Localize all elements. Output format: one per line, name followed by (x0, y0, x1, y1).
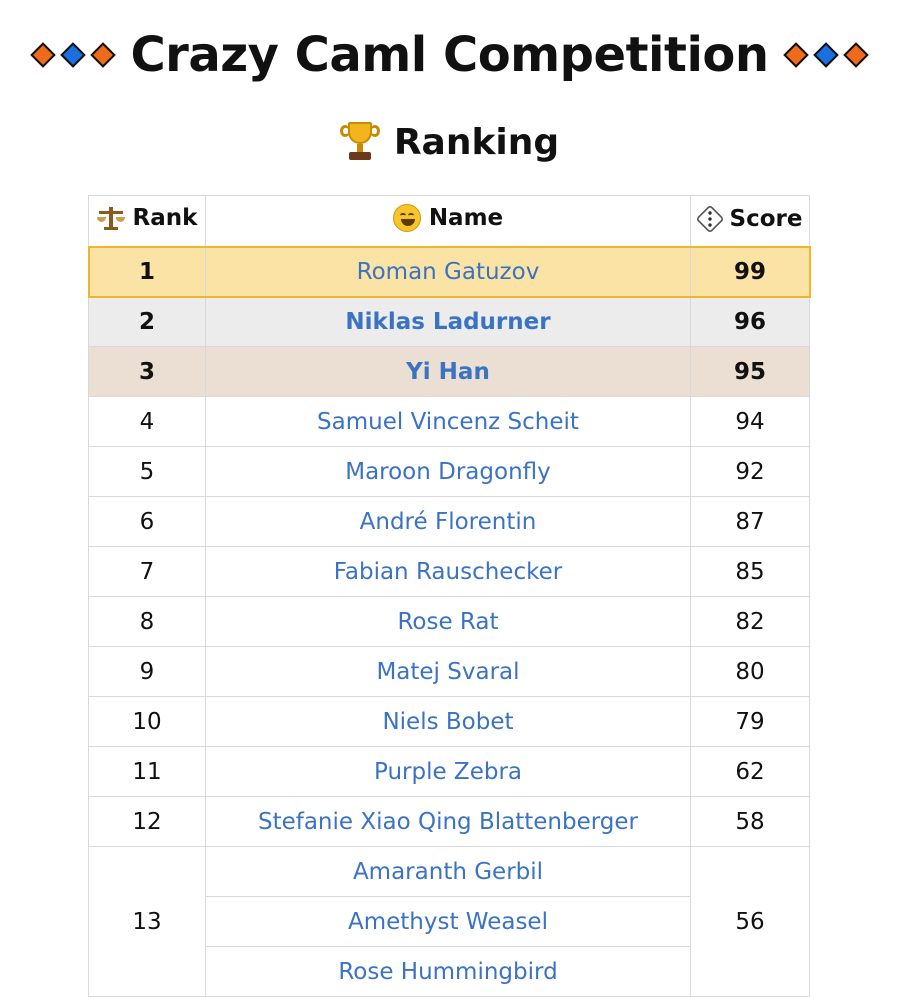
rank-cell: 2 (88, 296, 206, 347)
rank-cell: 13 (88, 846, 206, 997)
participant-link[interactable]: Matej Svaral (376, 659, 519, 685)
rank-header-label: Rank (132, 205, 198, 231)
participant-link[interactable]: Stefanie Xiao Qing Blattenberger (258, 809, 638, 835)
score-column-header[interactable]: Score (690, 195, 810, 247)
blue-diamond-icon (60, 42, 87, 68)
name-cell: Roman Gatuzov (204, 246, 692, 297)
name-cell: Rose Hummingbird (204, 946, 692, 997)
score-cell: 62 (690, 746, 810, 797)
participant-link[interactable]: Fabian Rauschecker (334, 559, 562, 585)
score-cell: 95 (690, 346, 810, 397)
table-header-row: Rank Name Score (88, 195, 810, 247)
blue-diamond-icon (812, 42, 839, 68)
score-cell: 87 (690, 496, 810, 547)
participant-link[interactable]: Niklas Ladurner (345, 309, 550, 335)
table-row: 12 Stefanie Xiao Qing Blattenberger 58 (88, 796, 810, 847)
title-left-decoration (30, 42, 117, 68)
table-row: 3 Yi Han 95 (88, 346, 810, 397)
rank-cell: 5 (88, 446, 206, 497)
title-right-decoration (782, 42, 869, 68)
name-cell: Yi Han (204, 346, 692, 397)
table-row: 6 André Florentin 87 (88, 496, 810, 547)
name-cell: Amethyst Weasel (204, 896, 692, 947)
table-row: 9 Matej Svaral 80 (88, 646, 810, 697)
participant-link[interactable]: Purple Zebra (374, 759, 522, 785)
score-cell: 56 (690, 846, 810, 997)
rank-cell: 9 (88, 646, 206, 697)
ranking-table-body: 1 Roman Gatuzov 99 2 Niklas Ladurner 96 3 Yi Ha… (87, 245, 811, 997)
rank-cell: 10 (88, 696, 206, 747)
game-die-icon (695, 204, 724, 233)
ranking-table: Rank Name Score 1 Roman Gatuzov 99 2 Niklas … (87, 195, 811, 997)
name-cell: Niklas Ladurner (204, 296, 692, 347)
name-cell: Samuel Vincenz Scheit (204, 396, 692, 447)
name-header-label: Name (428, 205, 504, 231)
score-cell: 82 (690, 596, 810, 647)
smiling-face-icon (392, 204, 421, 232)
table-row: 11 Purple Zebra 62 (88, 746, 810, 797)
score-cell: 92 (690, 446, 810, 497)
section-header: Ranking (0, 112, 899, 172)
participant-link[interactable]: Rose Rat (397, 609, 498, 635)
trophy-icon (339, 120, 380, 164)
rank-cell: 7 (88, 546, 206, 597)
rank-cell: 6 (88, 496, 206, 547)
score-cell: 79 (690, 696, 810, 747)
name-cell: Rose Rat (204, 596, 692, 647)
page-title: Crazy Caml Competition (130, 27, 769, 83)
score-cell: 85 (690, 546, 810, 597)
score-cell: 94 (690, 396, 810, 447)
name-column-header[interactable]: Name (204, 195, 692, 247)
participant-link[interactable]: Yi Han (406, 359, 490, 385)
participant-link[interactable]: Amaranth Gerbil (353, 859, 543, 885)
score-cell: 96 (690, 296, 810, 347)
orange-diamond-icon (842, 42, 869, 68)
table-row: 5 Maroon Dragonfly 92 (88, 446, 810, 497)
orange-diamond-icon (782, 42, 809, 68)
table-row: 7 Fabian Rauschecker 85 (88, 546, 810, 597)
table-row: 2 Niklas Ladurner 96 (88, 296, 810, 347)
participant-link[interactable]: Niels Bobet (382, 709, 513, 735)
balance-scale-icon (96, 205, 125, 231)
participant-link[interactable]: Rose Hummingbird (338, 959, 557, 985)
rank-cell: 11 (88, 746, 206, 797)
score-cell: 80 (690, 646, 810, 697)
table-row: 10 Niels Bobet 79 (88, 696, 810, 747)
name-cell: Stefanie Xiao Qing Blattenberger (204, 796, 692, 847)
name-cell: André Florentin (204, 496, 692, 547)
section-title: Ranking (393, 121, 560, 163)
participant-link[interactable]: Maroon Dragonfly (345, 459, 551, 485)
table-row: 13 Amaranth Gerbil 56 (88, 846, 810, 997)
name-cell: Niels Bobet (204, 696, 692, 747)
rank-cell: 4 (88, 396, 206, 447)
table-row: 4 Samuel Vincenz Scheit 94 (88, 396, 810, 447)
participant-link[interactable]: Roman Gatuzov (357, 259, 540, 285)
score-cell: 58 (690, 796, 810, 847)
participant-link[interactable]: Amethyst Weasel (348, 909, 548, 935)
name-cell: Matej Svaral (204, 646, 692, 697)
orange-diamond-icon (30, 42, 57, 68)
orange-diamond-icon (90, 42, 117, 68)
name-cell: Purple Zebra (204, 746, 692, 797)
rank-cell: 8 (88, 596, 206, 647)
page-header: Crazy Caml Competition (0, 20, 899, 90)
rank-column-header[interactable]: Rank (88, 195, 206, 247)
name-cell: Maroon Dragonfly (204, 446, 692, 497)
rank-cell: 3 (88, 346, 206, 397)
score-header-label: Score (729, 205, 803, 232)
rank-cell: 12 (88, 796, 206, 847)
name-cell: Amaranth Gerbil (204, 846, 692, 897)
name-cell: Fabian Rauschecker (204, 546, 692, 597)
participant-link[interactable]: Samuel Vincenz Scheit (317, 409, 579, 435)
score-cell: 99 (690, 246, 810, 297)
table-row: 1 Roman Gatuzov 99 (87, 245, 811, 298)
table-row: 8 Rose Rat 82 (88, 596, 810, 647)
participant-link[interactable]: André Florentin (360, 509, 537, 535)
rank-cell: 1 (88, 246, 206, 297)
